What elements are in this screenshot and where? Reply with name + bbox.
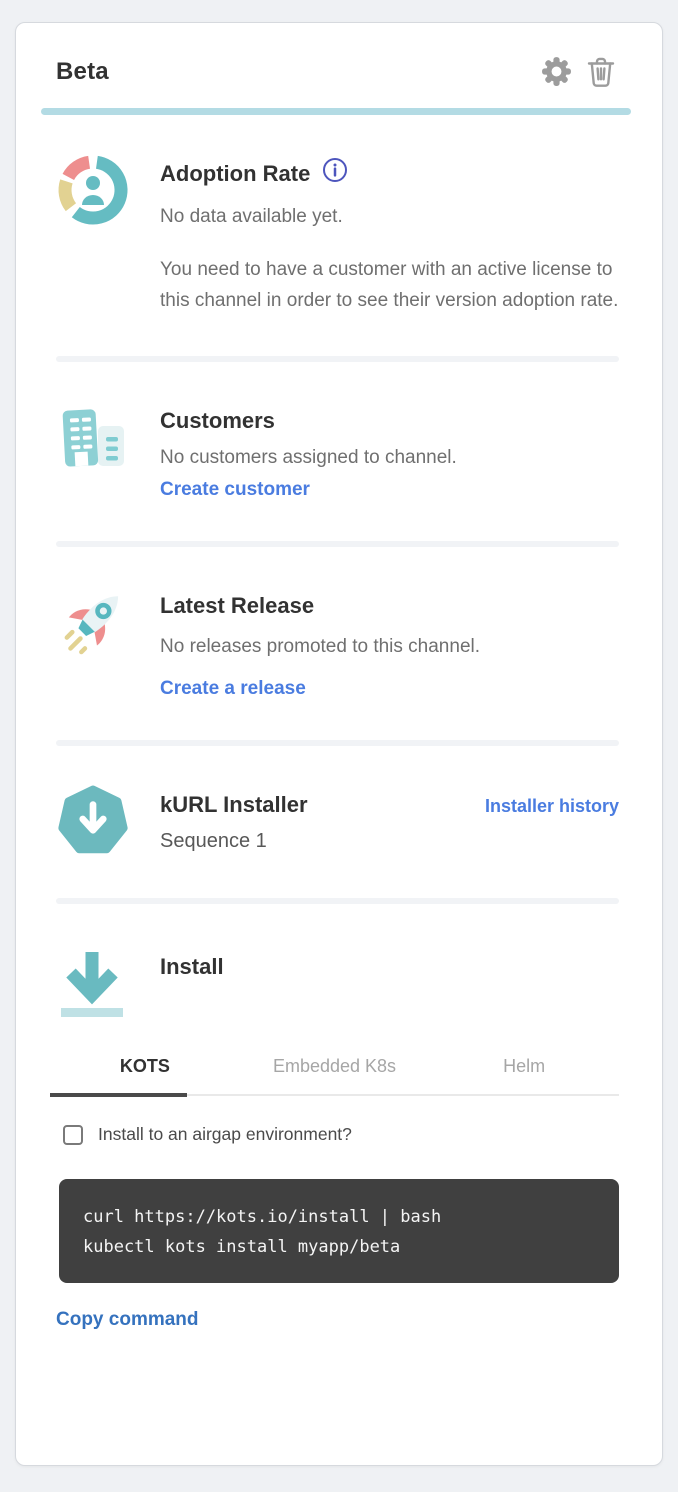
- install-tab-bar: KOTS Embedded K8s Helm: [50, 1056, 619, 1096]
- install-title: Install: [160, 954, 619, 980]
- airgap-checkbox[interactable]: [63, 1125, 83, 1145]
- customers-building-icon: [56, 400, 130, 501]
- installer-history-link[interactable]: Installer history: [485, 796, 619, 817]
- airgap-label: Install to an airgap environment?: [98, 1124, 352, 1145]
- install-section: Install KOTS Embedded K8s Helm Install t…: [16, 904, 662, 1381]
- channel-accent-rule: [41, 108, 631, 115]
- gear-icon: [540, 76, 573, 91]
- install-command-line: kubectl kots install myapp/beta: [83, 1232, 595, 1262]
- kurl-installer-title: kURL Installer: [160, 792, 308, 818]
- adoption-rate-donut-icon: [56, 153, 130, 316]
- customers-section: Customers No customers assigned to chann…: [16, 362, 662, 541]
- tab-helm[interactable]: Helm: [429, 1056, 619, 1094]
- adoption-rate-section: Adoption Rate No data available yet. You…: [16, 115, 662, 356]
- create-customer-link[interactable]: Create customer: [160, 479, 310, 501]
- release-empty-message: No releases promoted to this channel.: [160, 631, 619, 662]
- copy-command-link[interactable]: Copy command: [56, 1309, 199, 1331]
- install-command-block: curl https://kots.io/install | bash kube…: [59, 1179, 619, 1283]
- trash-icon: [586, 76, 616, 91]
- download-arrow-icon: [56, 946, 130, 1022]
- adoption-empty-message: You need to have a customer with an acti…: [160, 254, 619, 316]
- install-command-line: curl https://kots.io/install | bash: [83, 1202, 595, 1232]
- latest-release-title: Latest Release: [160, 593, 619, 619]
- rocket-icon: [56, 585, 130, 700]
- latest-release-section: Latest Release No releases promoted to t…: [16, 547, 662, 740]
- kurl-heptagon-download-icon: [56, 784, 130, 858]
- channel-title: Beta: [56, 58, 109, 86]
- delete-button[interactable]: [586, 55, 616, 88]
- installer-sequence: Sequence 1: [160, 830, 619, 853]
- channel-card: Beta: [15, 22, 663, 1466]
- info-icon[interactable]: [322, 157, 348, 183]
- customers-empty-message: No customers assigned to channel.: [160, 442, 619, 473]
- tab-embedded-k8s[interactable]: Embedded K8s: [240, 1056, 430, 1094]
- adoption-rate-title: Adoption Rate: [160, 161, 310, 187]
- kurl-installer-section: kURL Installer Installer history Sequenc…: [16, 746, 662, 898]
- settings-button[interactable]: [540, 55, 573, 88]
- airgap-row: Install to an airgap environment?: [63, 1124, 619, 1145]
- header-actions: [540, 55, 616, 88]
- customers-title: Customers: [160, 408, 619, 434]
- create-release-link[interactable]: Create a release: [160, 678, 306, 700]
- card-header: Beta: [16, 23, 662, 108]
- tab-kots[interactable]: KOTS: [50, 1056, 240, 1094]
- adoption-empty-title: No data available yet.: [160, 201, 619, 232]
